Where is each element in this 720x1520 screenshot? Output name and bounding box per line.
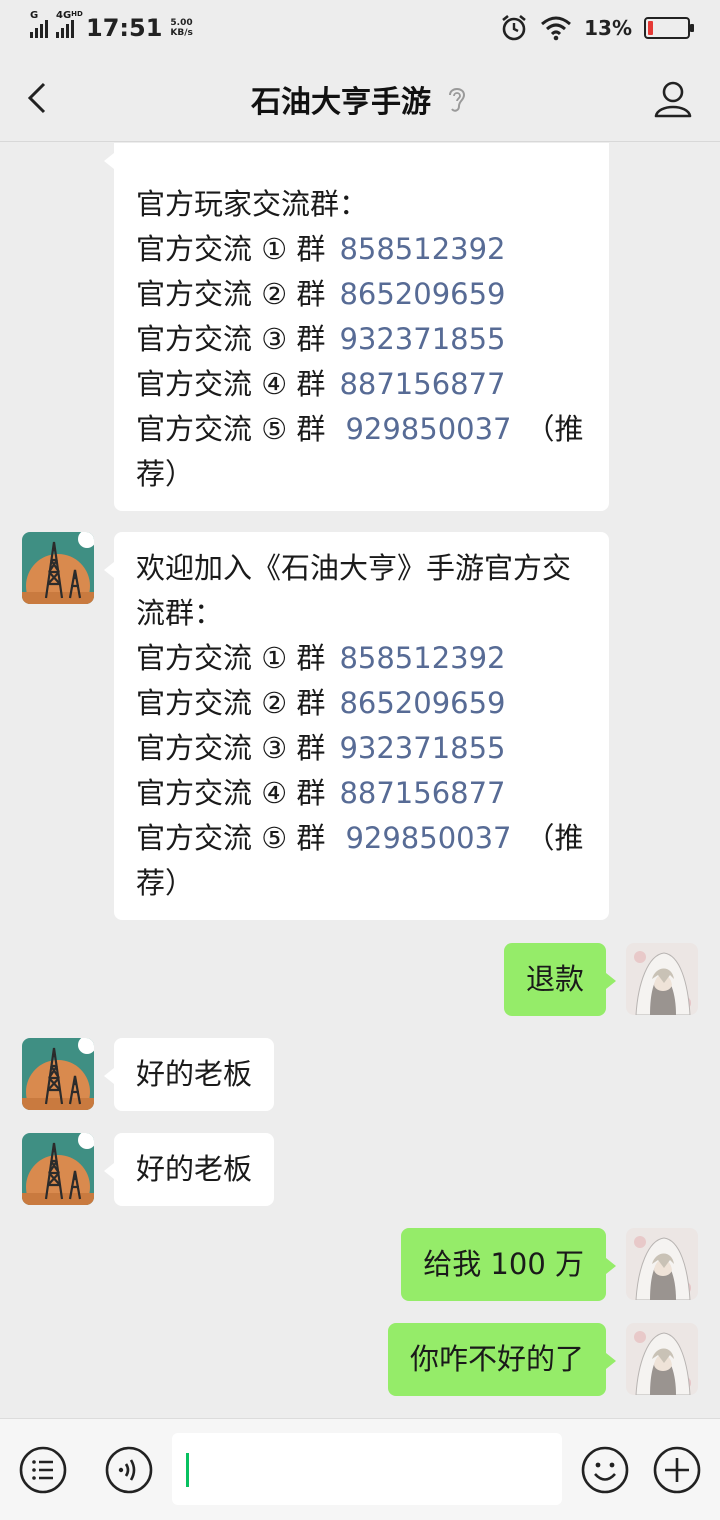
group-line: 官方交流 ④ 群 887156877: [136, 771, 587, 816]
group-line: 官方交流 ⑤ 群 929850037 （推: [136, 816, 587, 861]
group-line: 官方交流 ① 群 858512392: [136, 636, 587, 681]
verified-badge-icon: [78, 532, 94, 548]
message-bubble-incoming[interactable]: 官方玩家交流群： 官方交流 ① 群 858512392 官方交流 ② 群 86520…: [104, 143, 609, 511]
message-bubble-incoming[interactable]: 好的老板: [103, 1038, 275, 1111]
battery-fill: [648, 21, 653, 35]
speed-value: 5.00: [170, 18, 193, 28]
signal-icon: G: [30, 10, 48, 38]
battery-percent: 13%: [584, 16, 632, 40]
group-label: 官方交流 ① 群: [136, 232, 326, 266]
message-line: 流群：: [136, 596, 224, 630]
signal-4g-icon: 4GHD: [56, 10, 83, 38]
user-avatar: [626, 1323, 698, 1395]
hd-label: HD: [71, 10, 83, 18]
group-number-link[interactable]: 932371855: [339, 322, 505, 356]
group-number-link[interactable]: 887156877: [339, 367, 505, 401]
user-avatar: [626, 943, 698, 1015]
group-suffix: （推: [525, 821, 584, 855]
ear-icon: [449, 88, 466, 112]
message-input[interactable]: [172, 1433, 562, 1505]
chat-title[interactable]: 石油大亨手游: [251, 77, 431, 121]
avatar-me[interactable]: [626, 943, 698, 1015]
network-speed: 5.00 KB/s: [170, 18, 192, 38]
group-line: 官方交流 ② 群 865209659: [136, 681, 587, 726]
message-bubble-outgoing[interactable]: 给我 100 万: [401, 1228, 616, 1301]
group-number-link[interactable]: 865209659: [339, 277, 505, 311]
group-number-link[interactable]: 929850037: [345, 412, 511, 446]
text-cursor: [186, 1453, 189, 1487]
avatar-official[interactable]: [22, 1133, 94, 1205]
group-number-link[interactable]: 858512392: [339, 641, 505, 675]
message-text: 给我 100 万: [423, 1247, 584, 1281]
message-line: 官方玩家交流群：: [136, 187, 369, 221]
network-g-label: G: [30, 10, 39, 21]
user-avatar: [626, 1228, 698, 1300]
profile-icon[interactable]: [652, 78, 694, 120]
message-bubble-outgoing[interactable]: 退款: [503, 943, 617, 1016]
input-bar: [0, 1418, 720, 1520]
group-label: 官方交流 ④ 群: [136, 367, 326, 401]
avatar-me[interactable]: [626, 1228, 698, 1300]
group-number-link[interactable]: 929850037: [345, 821, 511, 855]
chat-header: 石油大亨手游: [0, 56, 720, 142]
verified-badge-icon: [78, 1133, 94, 1149]
group-label: 官方交流 ④ 群: [136, 776, 326, 810]
status-bar: G 4GHD 17:51 5.00 KB/s 13%: [0, 0, 720, 56]
alarm-icon: [502, 14, 526, 41]
avatar-me[interactable]: [626, 1323, 698, 1395]
group-label: 官方交流 ③ 群: [136, 731, 326, 765]
group-label: 官方交流 ⑤ 群: [136, 821, 326, 855]
message-line: [136, 143, 587, 182]
menu-list-icon[interactable]: [18, 1445, 68, 1495]
clock: 17:51: [86, 14, 163, 42]
battery-icon: [644, 17, 694, 39]
verified-badge-icon: [78, 1038, 94, 1054]
group-suffix: （推: [525, 412, 584, 446]
message-line: 欢迎加入《石油大亨》手游官方交: [136, 551, 572, 585]
group-number-link[interactable]: 932371855: [339, 731, 505, 765]
group-number-link[interactable]: 887156877: [339, 776, 505, 810]
group-number-link[interactable]: 865209659: [339, 686, 505, 720]
group-label: 官方交流 ② 群: [136, 686, 326, 720]
group-line: 官方交流 ② 群 865209659: [136, 272, 587, 317]
network-4g-label: 4G: [56, 10, 72, 21]
group-label: 官方交流 ⑤ 群: [136, 412, 326, 446]
message-bubble-outgoing[interactable]: 你咋不好的了: [387, 1323, 617, 1396]
message-list[interactable]: 官方玩家交流群： 官方交流 ① 群 858512392 官方交流 ② 群 86520…: [0, 143, 720, 1418]
wifi-icon: [541, 16, 572, 41]
avatar-official[interactable]: [22, 532, 94, 604]
group-number-link[interactable]: 858512392: [339, 232, 505, 266]
emoji-icon[interactable]: [580, 1445, 630, 1495]
message-bubble-incoming[interactable]: 欢迎加入《石油大亨》手游官方交 流群： 官方交流 ① 群 858512392 官方…: [104, 532, 609, 920]
plus-icon[interactable]: [652, 1445, 702, 1495]
group-line: 官方交流 ③ 群 932371855: [136, 317, 587, 362]
message-line: 荐）: [136, 457, 195, 491]
avatar-official[interactable]: [22, 1038, 94, 1110]
group-line: 官方交流 ⑤ 群 929850037 （推: [136, 407, 587, 452]
group-line: 官方交流 ④ 群 887156877: [136, 362, 587, 407]
message-text: 好的老板: [136, 1152, 253, 1186]
group-label: 官方交流 ① 群: [136, 641, 326, 675]
message-bubble-incoming[interactable]: 好的老板: [103, 1133, 275, 1206]
message-text: 好的老板: [136, 1057, 253, 1091]
group-label: 官方交流 ② 群: [136, 277, 326, 311]
group-label: 官方交流 ③ 群: [136, 322, 326, 356]
message-text: 退款: [525, 962, 584, 996]
group-line: 官方交流 ③ 群 932371855: [136, 726, 587, 771]
message-line: 荐）: [136, 866, 195, 900]
voice-icon[interactable]: [104, 1445, 154, 1495]
message-text: 你咋不好的了: [409, 1342, 584, 1376]
speed-unit: KB/s: [170, 28, 193, 38]
group-line: 官方交流 ① 群 858512392: [136, 227, 587, 272]
